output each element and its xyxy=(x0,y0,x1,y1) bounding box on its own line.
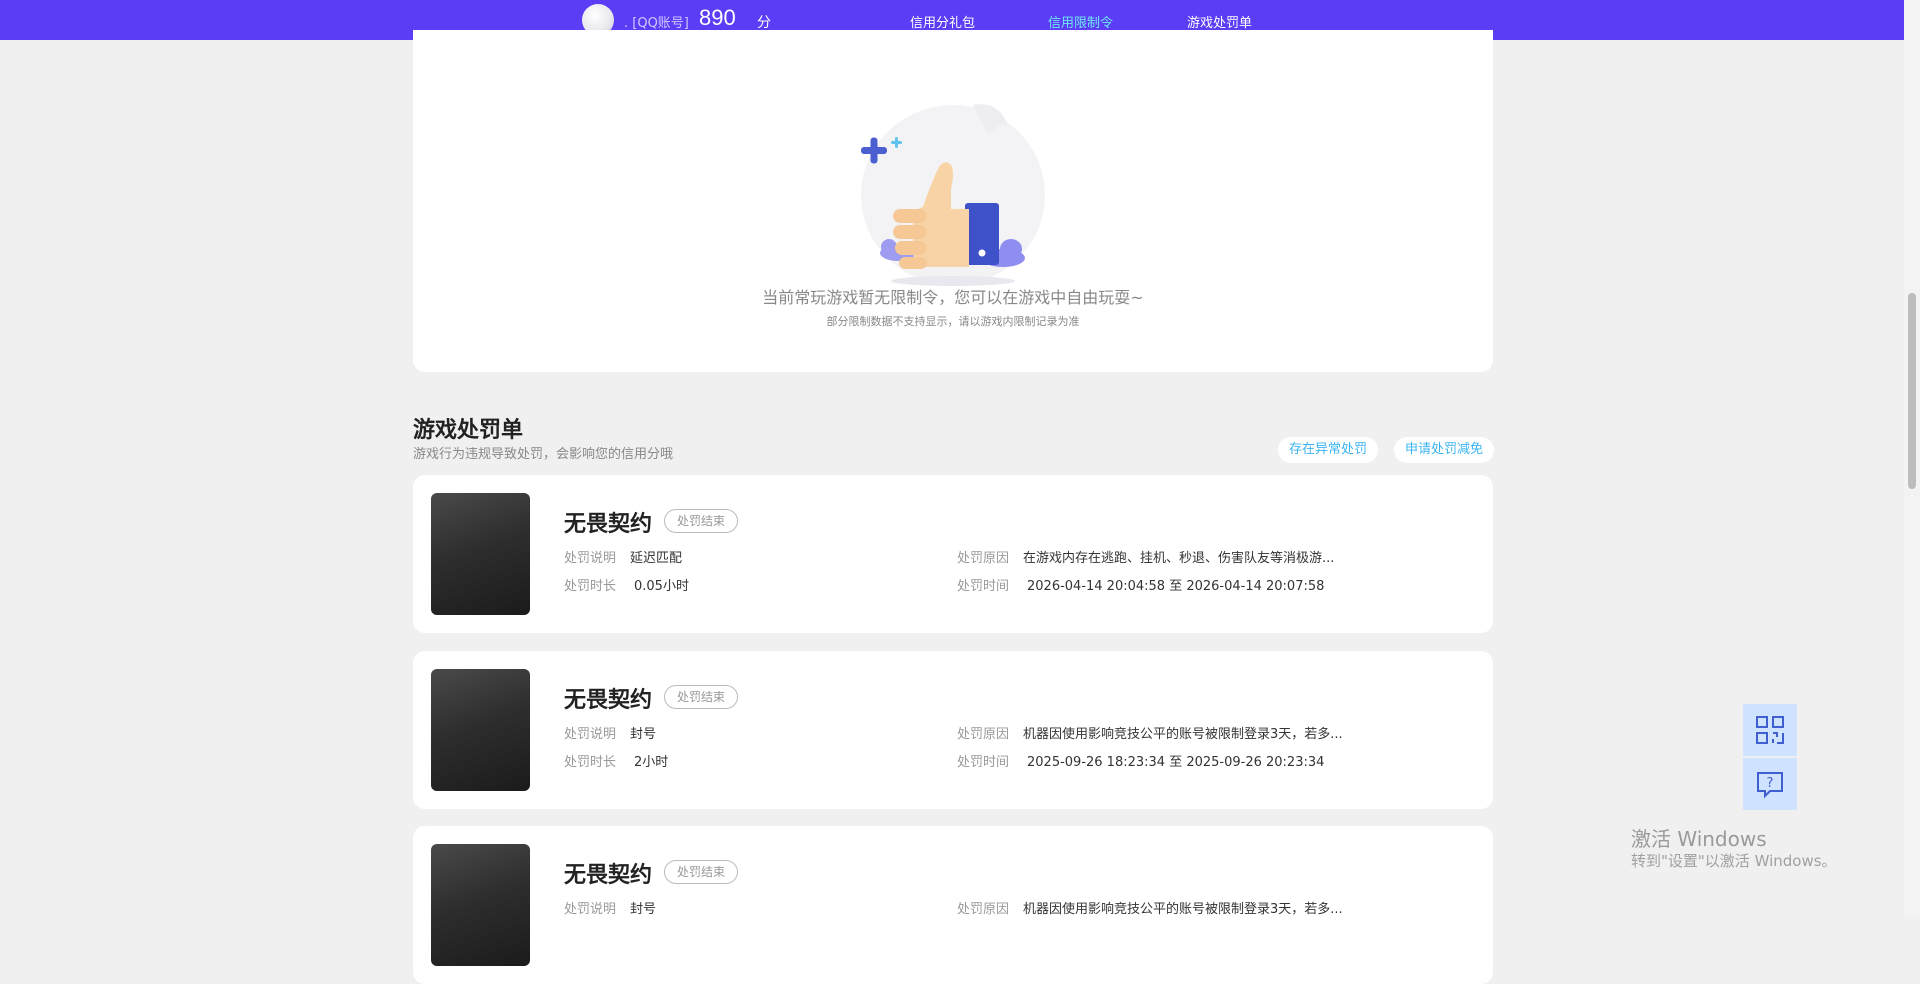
qr-code-icon xyxy=(1756,716,1784,744)
duration-label: 处罚时长 xyxy=(564,579,617,594)
thumbs-up-illustration xyxy=(861,104,1045,286)
page-scrollbar[interactable] xyxy=(1904,0,1920,919)
desc-label: 处罚说明 xyxy=(564,551,617,566)
desc-label: 处罚说明 xyxy=(564,727,617,742)
reason-label: 处罚原因 xyxy=(957,727,1010,742)
empty-message: 当前常玩游戏暂无限制令，您可以在游戏中自由玩耍~ xyxy=(762,288,1144,307)
penalty-card[interactable]: 无畏契约 处罚结束 处罚说明 封号 处罚原因 机器因使用影响竞技公平的账号被限制… xyxy=(413,826,1493,984)
duration-value: 0.05小时 xyxy=(634,579,689,594)
time-value: 2025-09-26 18:23:34 至 2025-09-26 20:23:3… xyxy=(1027,755,1325,770)
tab-game-penalty[interactable]: 游戏处罚单 xyxy=(1187,12,1252,31)
qr-code-button[interactable] xyxy=(1743,704,1797,756)
abnormal-penalty-button[interactable]: 存在异常处罚 xyxy=(1278,437,1379,463)
duration-label: 处罚时长 xyxy=(564,755,617,770)
reason-label: 处罚原因 xyxy=(957,551,1010,566)
desc-value: 延迟匹配 xyxy=(630,551,683,566)
desc-value: 封号 xyxy=(630,727,657,742)
desc-value: 封号 xyxy=(630,902,657,917)
tab-credit-limit[interactable]: 信用限制令 xyxy=(1048,12,1113,31)
time-value: 2026-04-14 20:04:58 至 2026-04-14 20:07:5… xyxy=(1027,579,1325,594)
tab-credit-gift[interactable]: 信用分礼包 xyxy=(910,12,975,31)
account-label: . [QQ账号] xyxy=(624,16,689,31)
windows-activation-sub: 转到"设置"以激活 Windows。 xyxy=(1631,852,1837,870)
credit-score: 890 xyxy=(699,5,736,30)
empty-note: 部分限制数据不支持显示，请以游戏内限制记录为准 xyxy=(826,315,1080,328)
game-cover-image xyxy=(431,844,530,966)
duration-value: 2小时 xyxy=(634,755,669,770)
desc-label: 处罚说明 xyxy=(564,902,617,917)
svg-text:?: ? xyxy=(1767,776,1774,791)
status-badge: 处罚结束 xyxy=(664,685,739,709)
reason-value: 机器因使用影响竞技公平的账号被限制登录3天，若多... xyxy=(1023,902,1343,917)
penalty-card[interactable]: 无畏契约 处罚结束 处罚说明 封号 处罚时长 2小时 处罚原因 机器因使用影响竞… xyxy=(413,651,1493,809)
time-label: 处罚时间 xyxy=(957,579,1010,594)
help-button[interactable]: ? xyxy=(1743,758,1797,810)
help-chat-icon: ? xyxy=(1757,772,1783,799)
section-subtitle: 游戏行为违规导致处罚，会影响您的信用分哦 xyxy=(413,447,674,462)
time-label: 处罚时间 xyxy=(957,755,1010,770)
penalty-card[interactable]: 无畏契约 处罚结束 处罚说明 延迟匹配 处罚时长 0.05小时 处罚原因 在游戏… xyxy=(413,475,1493,633)
reason-value: 在游戏内存在逃跑、挂机、秒退、伤害队友等消极游... xyxy=(1023,551,1335,566)
reason-label: 处罚原因 xyxy=(957,902,1010,917)
section-title: 游戏处罚单 xyxy=(413,418,524,443)
game-cover-image xyxy=(431,669,530,791)
scrollbar-thumb[interactable] xyxy=(1908,293,1916,489)
status-badge: 处罚结束 xyxy=(664,860,739,884)
game-cover-image xyxy=(431,493,530,615)
limit-empty-card: 当前常玩游戏暂无限制令，您可以在游戏中自由玩耍~ 部分限制数据不支持显示，请以游… xyxy=(413,30,1493,372)
game-name: 无畏契约 xyxy=(564,688,653,713)
credit-score-unit: 分 xyxy=(757,15,771,31)
game-name: 无畏契约 xyxy=(564,512,653,537)
game-name: 无畏契约 xyxy=(564,863,653,888)
reason-value: 机器因使用影响竞技公平的账号被限制登录3天，若多... xyxy=(1023,727,1343,742)
status-badge: 处罚结束 xyxy=(664,509,739,533)
windows-activation-title: 激活 Windows xyxy=(1631,827,1767,851)
appeal-penalty-button[interactable]: 申请处罚减免 xyxy=(1394,437,1495,463)
